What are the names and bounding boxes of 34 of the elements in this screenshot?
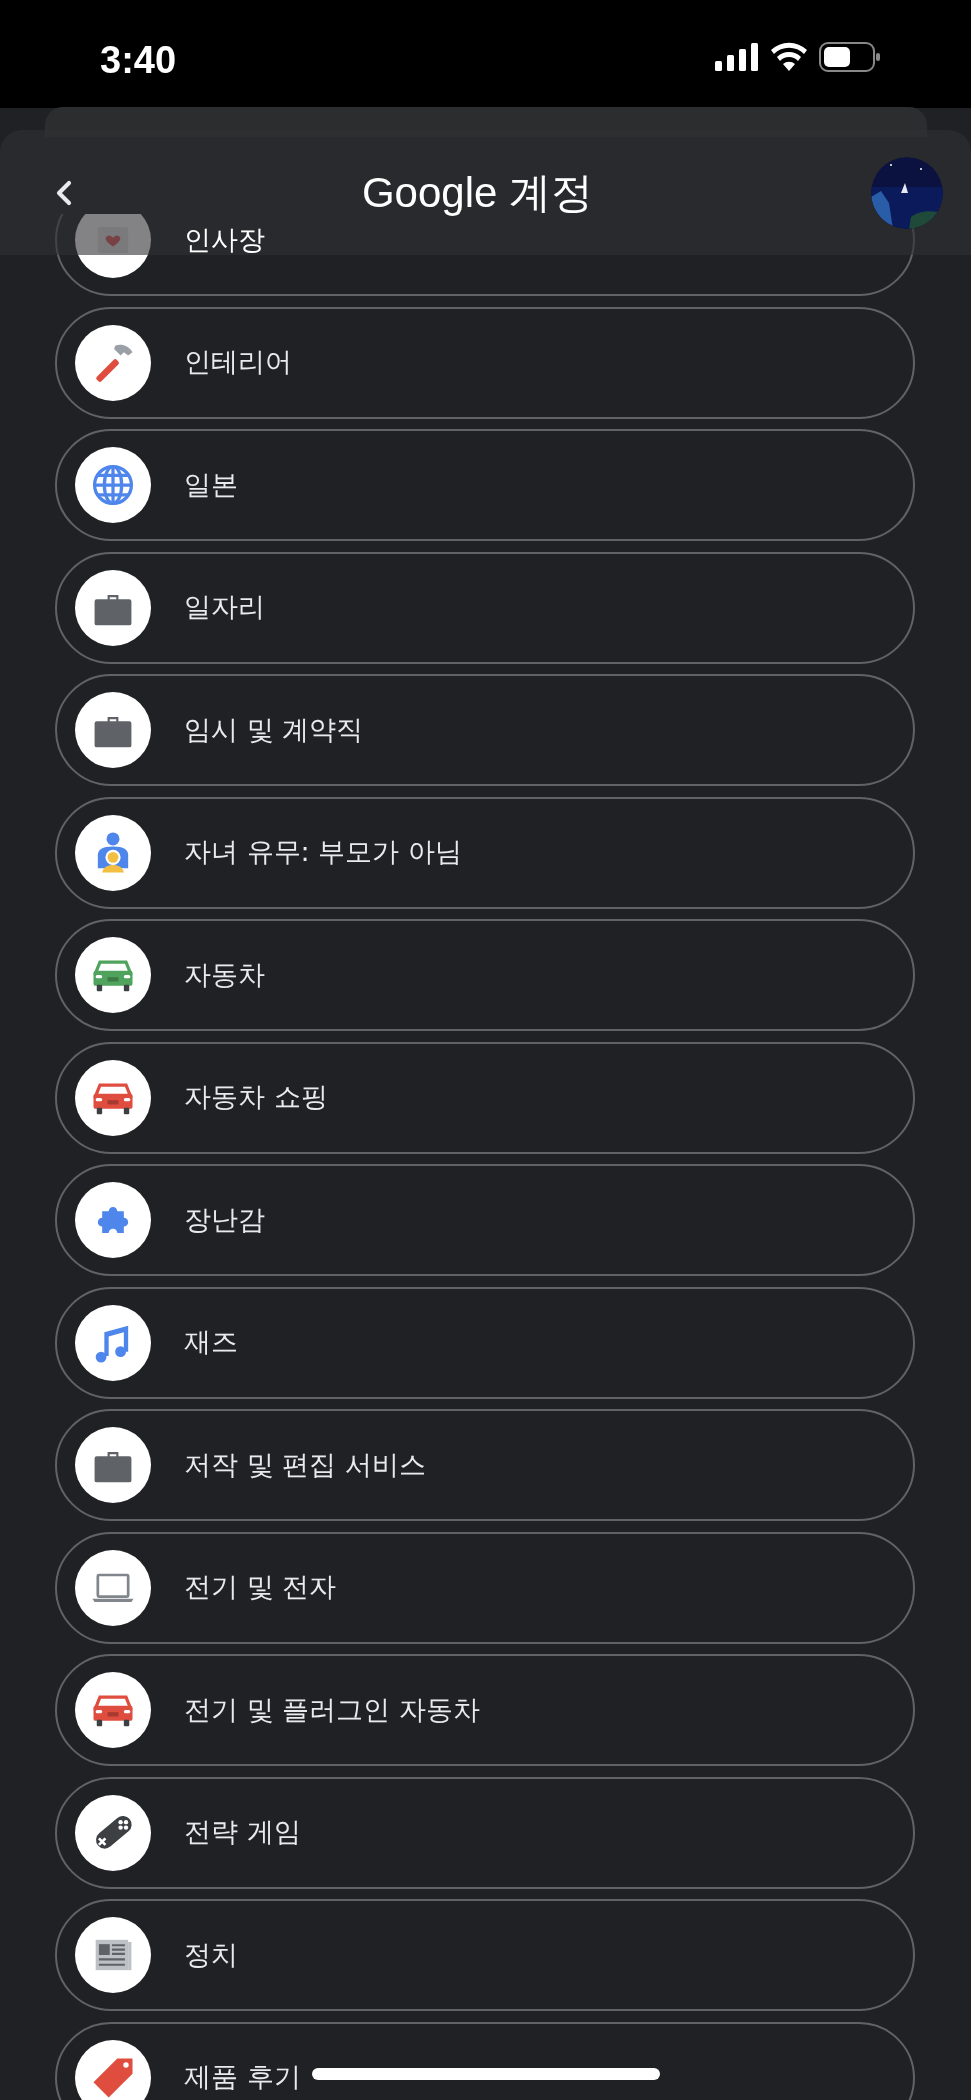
interest-item[interactable]: 자동차 쇼핑 <box>55 1041 915 1154</box>
interest-item[interactable]: 자녀 유무: 부모가 아님 <box>55 796 915 909</box>
interest-item[interactable]: 자동차 <box>55 919 915 1031</box>
interest-item[interactable]: 전기 및 플러그인 자동차 <box>55 1654 915 1766</box>
interest-label: 저작 및 편집 서비스 <box>184 1447 426 1482</box>
interest-item[interactable]: 인테리어 <box>55 306 915 419</box>
interest-item[interactable]: 저작 및 편집 서비스 <box>55 1409 915 1521</box>
interest-label: 제품 후기 <box>184 2060 301 2095</box>
interest-item[interactable]: 일자리 <box>55 551 915 664</box>
signal-icon <box>715 43 759 71</box>
interest-label: 재즈 <box>184 1325 238 1360</box>
wifi-icon <box>769 42 809 72</box>
interest-label: 일자리 <box>184 590 265 625</box>
interest-item[interactable]: 재즈 <box>55 1286 915 1399</box>
interest-label: 전기 및 플러그인 자동차 <box>184 1692 480 1727</box>
interest-label: 정치 <box>184 1937 238 1972</box>
interest-label: 전략 게임 <box>184 1815 301 1850</box>
interest-label: 일본 <box>184 467 238 502</box>
interest-label: 자녀 유무: 부모가 아님 <box>184 835 462 870</box>
interest-item[interactable]: 장난감 <box>55 1164 915 1276</box>
interest-label: 자동차 <box>184 957 265 992</box>
interest-label: 자동차 쇼핑 <box>184 1080 328 1115</box>
interest-label: 임시 및 계약직 <box>184 712 364 747</box>
interest-item[interactable]: 전략 게임 <box>55 1776 915 1889</box>
interest-item[interactable]: 정치 <box>55 1899 915 2011</box>
interest-label: 인테리어 <box>184 345 292 380</box>
interest-label: 인사장 <box>184 222 265 257</box>
clock-time: 3:40 <box>100 38 177 83</box>
interest-item[interactable]: 일본 <box>55 429 915 541</box>
interest-label: 전기 및 전자 <box>184 1570 337 1605</box>
interest-item[interactable]: 전기 및 전자 <box>55 1531 915 1644</box>
interest-item[interactable]: 임시 및 계약직 <box>55 674 915 786</box>
interest-label: 장난감 <box>184 1202 265 1237</box>
battery-icon <box>819 42 881 72</box>
